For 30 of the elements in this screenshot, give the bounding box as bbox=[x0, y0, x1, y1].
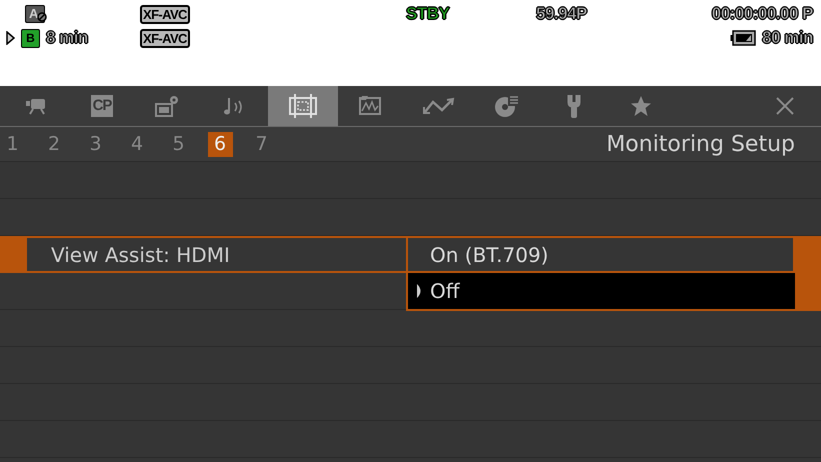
page-title: Monitoring Setup bbox=[606, 132, 795, 156]
status-text: STBY bbox=[406, 4, 450, 24]
film-frame-icon bbox=[287, 92, 319, 120]
page-number[interactable]: 7 bbox=[249, 132, 274, 156]
page-number[interactable]: 2 bbox=[42, 132, 66, 156]
battery-time: 80 min bbox=[762, 28, 813, 48]
format-badge: XF-AVC bbox=[140, 4, 190, 24]
remaining-time: 8 min bbox=[46, 28, 88, 48]
camera-icon bbox=[23, 96, 47, 116]
page-number[interactable]: 6 bbox=[208, 132, 232, 156]
slot-a-badge: A bbox=[25, 5, 45, 23]
film-gear-icon bbox=[154, 94, 180, 118]
battery-icon bbox=[730, 30, 756, 46]
menu-tab[interactable]: CP bbox=[70, 86, 134, 126]
dropdown-option[interactable]: Off bbox=[408, 273, 795, 309]
menu-tab[interactable] bbox=[268, 86, 338, 126]
no-entry-icon bbox=[37, 12, 47, 22]
frame-rate: 59.94P bbox=[536, 4, 587, 24]
dropdown-option[interactable]: On (BT.709) bbox=[408, 236, 795, 273]
page-number[interactable]: 5 bbox=[166, 132, 191, 156]
star-icon bbox=[630, 95, 652, 117]
timecode: 00:00:00.00 P bbox=[712, 4, 813, 24]
page-number[interactable]: 4 bbox=[124, 132, 150, 156]
format-badge: XF-AVC bbox=[140, 28, 190, 48]
close-icon bbox=[775, 96, 795, 116]
zigzag-arrows-icon bbox=[422, 96, 456, 116]
slot-b-badge: B bbox=[21, 28, 40, 48]
page-number[interactable]: 3 bbox=[83, 132, 108, 156]
page-number[interactable]: 1 bbox=[0, 132, 25, 156]
waveform-icon bbox=[358, 94, 384, 118]
